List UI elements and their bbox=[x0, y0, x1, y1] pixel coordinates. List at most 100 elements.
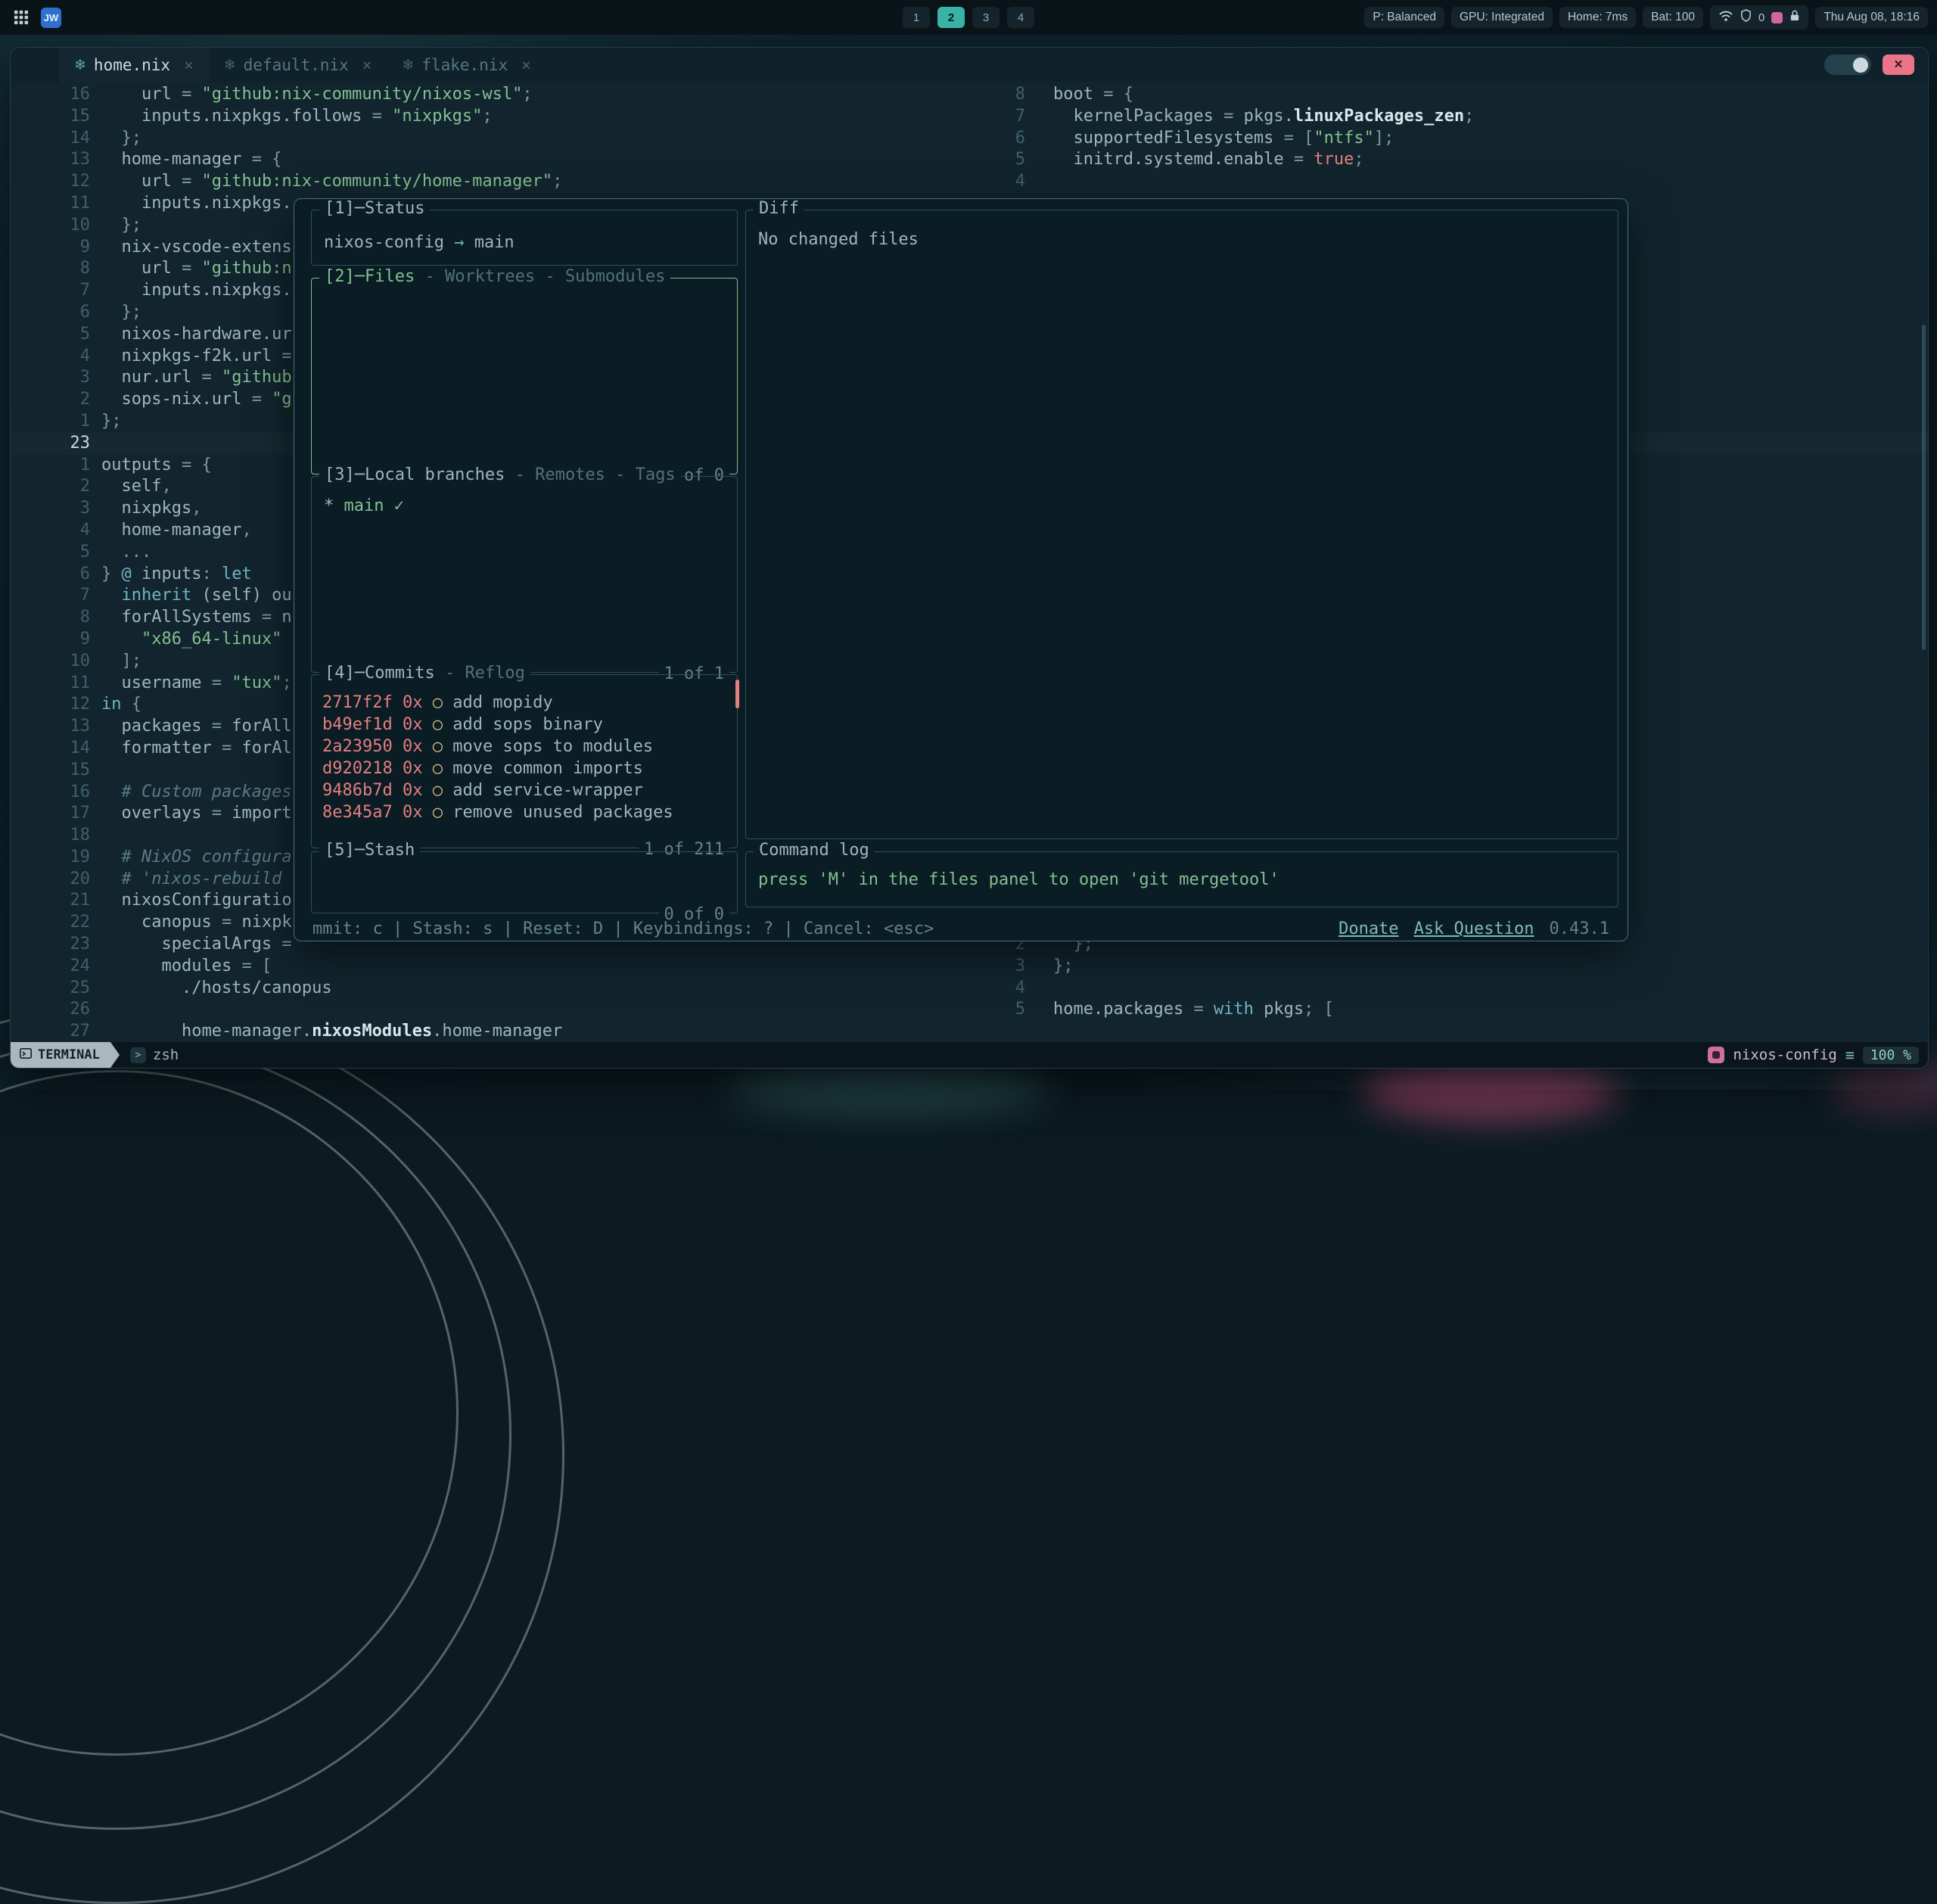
code-text: }; bbox=[101, 128, 141, 150]
commit-hash: d920218 bbox=[322, 759, 403, 778]
session-name: nixos-config bbox=[1733, 1047, 1836, 1063]
lazygit-diff-panel[interactable]: Diff No changed files bbox=[745, 210, 1618, 839]
system-tray[interactable]: 0 bbox=[1710, 5, 1808, 30]
window-controls: × bbox=[1824, 54, 1914, 75]
commit-row[interactable]: b49ef1d 0x ○ add sops binary bbox=[322, 714, 725, 736]
line-number: 10 bbox=[11, 215, 101, 237]
tab-default.nix[interactable]: ❄default.nix× bbox=[209, 48, 387, 82]
scrollbar[interactable] bbox=[1922, 325, 1926, 650]
code-token: url bbox=[101, 172, 182, 191]
shell-indicator[interactable]: > zsh bbox=[130, 1047, 179, 1063]
code-token: ]; bbox=[101, 652, 141, 670]
line-number: 23 bbox=[11, 934, 101, 956]
workspace-button-2[interactable]: 2 bbox=[937, 7, 965, 28]
workspace-button-3[interactable]: 3 bbox=[972, 7, 1000, 28]
code-token bbox=[101, 630, 141, 649]
code-text: url = "github:n bbox=[101, 258, 292, 280]
window-close-button[interactable]: × bbox=[1883, 54, 1914, 75]
commits-scrollbar[interactable] bbox=[735, 680, 739, 708]
commit-row[interactable]: 8e345a7 0x ○ remove unused packages bbox=[322, 801, 725, 823]
wm-logo[interactable]: JW bbox=[41, 8, 61, 28]
code-text: inherit (self) ou bbox=[101, 585, 292, 607]
commit-row[interactable]: 9486b7d 0x ○ add service-wrapper bbox=[322, 779, 725, 801]
code-token: ; bbox=[281, 674, 291, 692]
commit-hash: 8e345a7 bbox=[322, 803, 403, 822]
workspace-button-4[interactable]: 4 bbox=[1007, 7, 1034, 28]
code-token: home-manager bbox=[101, 521, 241, 540]
code-token: = bbox=[201, 368, 222, 387]
window-toggle[interactable] bbox=[1824, 54, 1871, 75]
commit-row[interactable]: 2a23950 0x ○ move sops to modules bbox=[322, 736, 725, 758]
statusbar-right: nixos-config ≡ 100 % bbox=[1708, 1046, 1919, 1064]
commit-graph-bullet: ○ bbox=[433, 715, 453, 734]
code-line: 5 initrd.systemd.enable = true; bbox=[989, 149, 1928, 171]
line-number: 15 bbox=[11, 760, 101, 782]
line-number: 13 bbox=[11, 716, 101, 738]
line-number: 11 bbox=[11, 193, 101, 215]
tab-close-icon[interactable]: × bbox=[184, 56, 194, 74]
donate-link[interactable]: Donate bbox=[1338, 919, 1398, 938]
code-text: ./hosts/canopus bbox=[101, 978, 332, 1000]
code-text: ... bbox=[101, 542, 151, 564]
line-number: 10 bbox=[11, 651, 101, 673]
commit-row[interactable]: 2717f2f 0x ○ add mopidy bbox=[322, 692, 725, 714]
line-number: 14 bbox=[11, 738, 101, 760]
panel-title: [2]─Files - Worktrees - Submodules bbox=[319, 267, 670, 286]
branch-row[interactable]: * main ✓ bbox=[324, 495, 725, 517]
code-token: = bbox=[182, 172, 202, 191]
code-token: import bbox=[232, 804, 291, 823]
lazygit-branches-panel[interactable]: [3]─Local branches - Remotes - Tags * ma… bbox=[311, 476, 738, 673]
tab-list: ❄home.nix×❄default.nix×❄flake.nix× bbox=[59, 48, 546, 82]
code-token: : bbox=[201, 565, 222, 583]
tab-flake.nix[interactable]: ❄flake.nix× bbox=[387, 48, 546, 82]
code-token: packages bbox=[101, 717, 212, 736]
line-number: 25 bbox=[11, 978, 101, 1000]
tab-label: default.nix bbox=[244, 56, 349, 74]
code-line: 5home.packages = with pkgs; [ bbox=[989, 999, 1928, 1021]
code-text: username = "tux"; bbox=[101, 673, 292, 695]
line-number: 2 bbox=[11, 476, 101, 498]
code-text: }; bbox=[101, 302, 141, 324]
line-number: 24 bbox=[11, 956, 101, 978]
lazygit-commits-panel[interactable]: [4]─Commits - Reflog 2717f2f 0x ○ add mo… bbox=[311, 674, 738, 848]
notification-count: 0 bbox=[1758, 11, 1764, 24]
code-token: }; bbox=[101, 303, 141, 322]
app-launcher-icon[interactable] bbox=[11, 7, 32, 28]
code-token: in bbox=[101, 695, 122, 714]
clock[interactable]: Thu Aug 08, 18:16 bbox=[1815, 7, 1928, 28]
code-token: # Custom packages bbox=[101, 782, 292, 801]
code-token: = bbox=[212, 717, 232, 736]
commit-flag: 0x bbox=[403, 693, 433, 712]
commit-row[interactable]: d920218 0x ○ move common imports bbox=[322, 758, 725, 779]
line-number: 1 bbox=[11, 411, 101, 433]
workspaces: 1234 bbox=[903, 7, 1034, 28]
code-token: "x86_64-linux" bbox=[141, 630, 281, 649]
code-text: # 'nixos-rebuild bbox=[101, 869, 281, 891]
line-number: 7 bbox=[11, 585, 101, 607]
code-text bbox=[1037, 171, 1053, 193]
shell-label: zsh bbox=[153, 1047, 179, 1063]
code-token: = bbox=[212, 674, 232, 692]
tab-close-icon[interactable]: × bbox=[362, 56, 372, 74]
code-token: } bbox=[101, 565, 122, 583]
code-text: }; bbox=[101, 215, 141, 237]
code-token: = bbox=[281, 347, 291, 366]
command-log-content: press 'M' in the files panel to open 'gi… bbox=[746, 852, 1618, 889]
lazygit-stash-panel[interactable]: [5]─Stash 0 of 0 bbox=[311, 851, 738, 913]
tab-close-icon[interactable]: × bbox=[521, 56, 531, 74]
code-token: = bbox=[252, 390, 272, 409]
ask-question-link[interactable]: Ask Question bbox=[1414, 919, 1534, 938]
commit-flag: 0x bbox=[403, 759, 433, 778]
topbar-status: P: BalancedGPU: IntegratedHome: 7msBat: … bbox=[1364, 7, 1703, 28]
code-token: # NixOS configura bbox=[101, 848, 292, 866]
code-text bbox=[1037, 978, 1053, 1000]
lazygit-command-log-panel[interactable]: Command log press 'M' in the files panel… bbox=[745, 851, 1618, 907]
lazygit-files-panel[interactable]: [2]─Files - Worktrees - Submodules 0 of … bbox=[311, 278, 738, 474]
code-token: supportedFilesystems bbox=[1053, 129, 1284, 148]
code-token: }; bbox=[101, 129, 141, 148]
workspace-button-1[interactable]: 1 bbox=[903, 7, 930, 28]
tab-home.nix[interactable]: ❄home.nix× bbox=[59, 48, 209, 82]
code-token: ./hosts/canopus bbox=[101, 978, 332, 997]
code-token: formatter bbox=[101, 739, 222, 758]
lazygit-status-panel[interactable]: [1]─Status nixos-config → main bbox=[311, 210, 738, 266]
